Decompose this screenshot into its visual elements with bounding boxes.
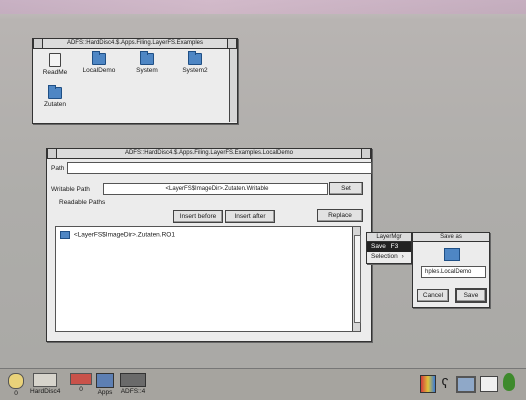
config-window-titlebar[interactable]: ADFS::HardDisc4.$.Apps.Filing.LayerFS.Ex… [47, 149, 371, 159]
desktop-top-band [0, 0, 526, 14]
insert-after-button[interactable]: Insert after [225, 210, 275, 223]
back-button[interactable] [47, 149, 57, 158]
save-box-title-text: Save as [440, 234, 462, 240]
readable-paths-label: Readable Paths [59, 199, 106, 206]
folder-icon [188, 51, 202, 65]
iconbar-label: ADFS::4 [120, 388, 146, 395]
folder-system[interactable]: System [127, 51, 167, 74]
folder-localdemo[interactable]: LocalDemo [79, 51, 119, 74]
iconbar-label: Apps [97, 389, 113, 396]
adfs-icon [120, 373, 146, 387]
set-button[interactable]: Set [329, 182, 363, 195]
submenu-arrow-icon: › [401, 253, 404, 260]
writable-path-input[interactable]: <LayerFS$ImageDir>.Zutaten.Writable [103, 183, 328, 195]
iconbar-ram[interactable]: 0 [70, 373, 92, 393]
iconbar-apps[interactable]: Apps [96, 373, 114, 396]
ram-icon [70, 373, 92, 385]
close-button[interactable] [227, 39, 237, 48]
menu-title: LayerMgr [367, 233, 411, 242]
cancel-button[interactable]: Cancel [417, 289, 449, 302]
iconbar-label: HardDisc4 [30, 388, 61, 395]
vertical-scrollbar[interactable] [229, 49, 237, 122]
list-scrollbar[interactable] [352, 227, 361, 331]
filename-input[interactable]: hples.LocalDemo [421, 266, 486, 278]
menu-item-label: Selection [371, 253, 398, 260]
folder-label: System2 [182, 67, 208, 74]
folder-label: System [136, 67, 158, 74]
config-window-title: ADFS::HardDisc4.$.Apps.Filing.LayerFS.Ex… [124, 150, 294, 156]
readable-path-text: <LayerFS$ImageDir>.Zutaten.RO1 [73, 231, 175, 239]
draggable-folder-icon[interactable] [444, 248, 460, 261]
display-icon[interactable] [456, 376, 476, 393]
iconbar-label: 0 [14, 390, 18, 397]
apps-icon [96, 373, 114, 388]
filer-window: ADFS::HardDisc4.$.Apps.Filing.LayerFS.Ex… [32, 38, 238, 124]
palette-icon[interactable] [420, 375, 436, 393]
file-label: ReadMe [42, 69, 68, 76]
layermgr-menu: LayerMgr Save F3 Selection › [366, 232, 412, 264]
menu-title-text: LayerMgr [376, 234, 402, 240]
text-file-icon [49, 53, 61, 67]
menu-item-label: Save [371, 243, 386, 250]
printer-icon[interactable] [480, 376, 498, 392]
close-button[interactable] [361, 149, 371, 158]
path-label: Path [51, 165, 65, 172]
insert-before-button[interactable]: Insert before [173, 210, 223, 223]
folder-icon [60, 231, 70, 239]
path-input[interactable] [67, 162, 372, 174]
iconbar-adfs[interactable]: ADFS::4 [120, 373, 146, 395]
back-button[interactable] [33, 39, 43, 48]
folder-icon [48, 85, 62, 99]
list-item[interactable]: <LayerFS$ImageDir>.Zutaten.RO1 [60, 231, 175, 239]
save-button[interactable]: Save [455, 288, 487, 303]
layerfs-config-window: ADFS::HardDisc4.$.Apps.Filing.LayerFS.Ex… [46, 148, 372, 342]
floppy-icon [8, 373, 24, 389]
iconbar-floppy[interactable]: 0 [8, 373, 24, 397]
save-as-box: Save as hples.LocalDemo Cancel Save [412, 232, 490, 308]
save-box-title: Save as [413, 233, 489, 242]
iconbar-label: 0 [79, 386, 83, 393]
scroll-thumb[interactable] [354, 235, 361, 323]
filer-window-title: ADFS::HardDisc4.$.Apps.Filing.LayerFS.Ex… [66, 40, 204, 46]
writable-path-label: Writable Path [51, 186, 90, 193]
folder-icon [140, 51, 154, 65]
harddisc-icon [33, 373, 58, 387]
file-readme[interactable]: ReadMe [35, 53, 75, 76]
menu-item-selection[interactable]: Selection › [367, 252, 411, 262]
folder-system2[interactable]: System2 [175, 51, 215, 74]
filer-window-titlebar[interactable]: ADFS::HardDisc4.$.Apps.Filing.LayerFS.Ex… [33, 39, 237, 49]
folder-icon [92, 51, 106, 65]
folder-label: Zutaten [43, 101, 67, 108]
clock-icon[interactable]: ʕ [440, 375, 450, 391]
readable-paths-list[interactable]: <LayerFS$ImageDir>.Zutaten.RO1 [55, 226, 361, 332]
menu-item-save[interactable]: Save F3 [367, 242, 411, 252]
folder-label: LocalDemo [82, 67, 116, 74]
iconbar: 0 HardDisc4 0 Apps ADFS::4 ʕ [0, 368, 526, 400]
replace-button[interactable]: Replace [317, 209, 363, 222]
iconbar-harddisc[interactable]: HardDisc4 [30, 373, 60, 395]
folder-zutaten[interactable]: Zutaten [35, 85, 75, 108]
acorn-icon[interactable] [503, 373, 515, 391]
menu-item-shortcut: F3 [390, 243, 399, 250]
